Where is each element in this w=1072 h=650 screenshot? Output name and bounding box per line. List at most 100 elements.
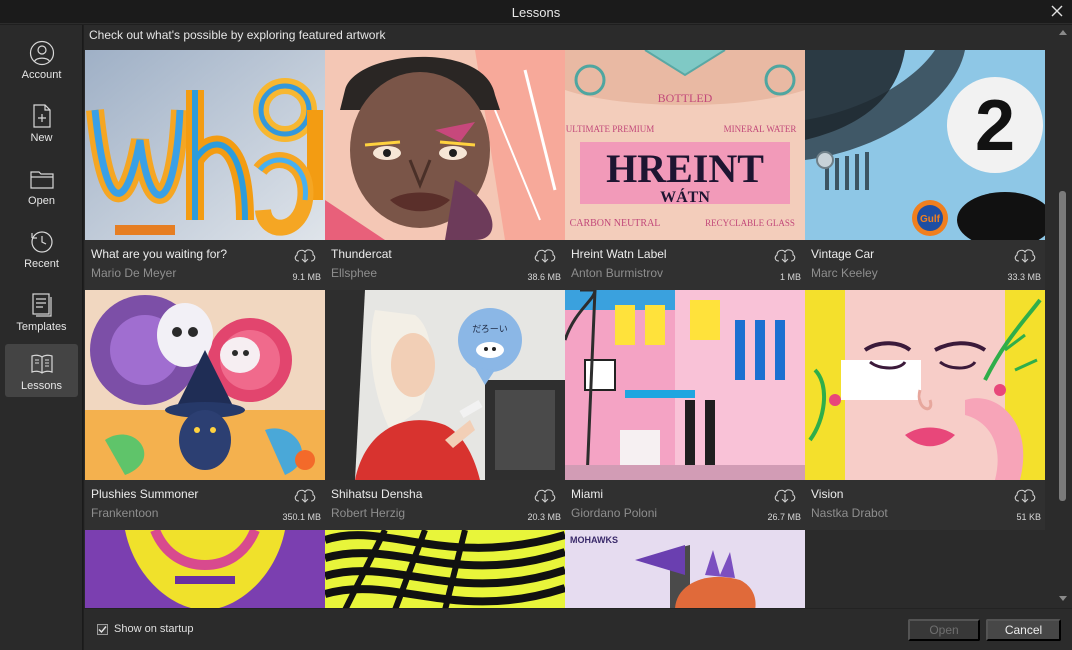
cloud-download-icon[interactable]	[533, 486, 557, 504]
scroll-up-arrow-icon[interactable]	[1058, 28, 1068, 38]
vertical-scrollbar[interactable]	[1054, 25, 1072, 608]
cloud-download-icon[interactable]	[1013, 246, 1037, 264]
close-button[interactable]	[1048, 2, 1066, 20]
lesson-card[interactable]: MOHAWKS	[565, 530, 805, 608]
sidebar-item-recent[interactable]: Recent	[5, 222, 78, 275]
artwork-thumbnail	[805, 290, 1045, 480]
cloud-download-icon[interactable]	[293, 486, 317, 504]
book-icon	[30, 354, 53, 374]
lesson-card[interactable]: Vision Nastka Drabot 51 KB	[805, 290, 1045, 530]
dialog-footer: Show on startup Open Cancel	[84, 608, 1072, 650]
card-title: What are you waiting for?	[91, 247, 228, 261]
sidebar-item-open[interactable]: Open	[5, 159, 78, 212]
open-button[interactable]: Open	[908, 619, 980, 641]
label-text: HREINT	[606, 146, 764, 191]
artwork-thumbnail	[565, 290, 805, 480]
show-on-startup-checkbox[interactable]	[97, 623, 108, 635]
checkmark-icon	[98, 625, 107, 633]
artwork-thumbnail: だろーい	[325, 290, 565, 480]
card-file-size: 20.3 MB	[527, 512, 561, 522]
cloud-download-icon[interactable]	[1013, 486, 1037, 504]
sidebar-item-label: Lessons	[21, 380, 62, 392]
card-author: Giordano Poloni	[571, 506, 658, 520]
speech-bubble-text: だろーい	[472, 324, 507, 335]
card-title: Plushies Summoner	[91, 487, 199, 501]
card-file-size: 1 MB	[779, 272, 801, 282]
poster-title: MOHAWKS	[570, 535, 618, 545]
sidebar-item-label: Templates	[16, 321, 67, 333]
card-title: Hreint Watn Label	[571, 247, 667, 261]
artwork-thumbnail	[85, 530, 325, 608]
car-number: 2	[975, 86, 1015, 166]
card-author: Mario De Meyer	[91, 266, 177, 280]
cancel-button[interactable]: Cancel	[986, 619, 1061, 641]
lesson-card[interactable]	[85, 530, 325, 608]
cloud-download-icon[interactable]	[533, 246, 557, 264]
scroll-thumb[interactable]	[1059, 191, 1066, 501]
card-file-size: 38.6 MB	[527, 272, 561, 282]
artwork-thumbnail	[325, 530, 565, 608]
clock-icon	[30, 231, 53, 253]
lesson-card[interactable]: What are you waiting for? Mario De Meyer…	[85, 50, 325, 290]
sidebar-item-lessons[interactable]: Lessons	[5, 344, 78, 397]
card-file-size: 33.3 MB	[1007, 272, 1041, 282]
lesson-card[interactable]	[325, 530, 565, 608]
lesson-card[interactable]: BOTTLED ULTIMATE PREMIUM MINERAL WATER H…	[565, 50, 805, 290]
label-text: WÁTN	[660, 187, 710, 206]
card-author: Robert Herzig	[331, 506, 406, 520]
sidebar-item-label: Recent	[24, 258, 59, 270]
card-title: Miami	[571, 487, 603, 501]
card-author: Ellsphee	[331, 266, 378, 280]
card-author: Nastka Drabot	[811, 506, 888, 520]
cloud-download-icon[interactable]	[773, 486, 797, 504]
close-icon	[1051, 5, 1063, 17]
show-on-startup-option[interactable]: Show on startup	[97, 623, 194, 635]
sidebar-item-label: New	[30, 132, 53, 144]
templates-icon	[31, 293, 52, 317]
label-text: MINERAL WATER	[724, 124, 797, 134]
scroll-down-arrow-icon[interactable]	[1058, 593, 1068, 603]
card-title: Vision	[811, 487, 844, 501]
lesson-card[interactable]: Miami Giordano Poloni 26.7 MB	[565, 290, 805, 530]
card-file-size: 26.7 MB	[767, 512, 801, 522]
artwork-thumbnail: BOTTLED ULTIMATE PREMIUM MINERAL WATER H…	[565, 50, 805, 240]
lessons-panel: Check out what's possible by exploring f…	[84, 25, 1072, 608]
sidebar-item-new[interactable]: New	[5, 96, 78, 149]
account-icon	[29, 40, 54, 66]
lesson-card[interactable]: 2 Gulf Vintage Car Marc Keeley 33.3 MB	[805, 50, 1045, 290]
cloud-download-icon[interactable]	[293, 246, 317, 264]
card-file-size: 51 KB	[1016, 512, 1041, 522]
label-text: CARBON NEUTRAL	[570, 218, 661, 229]
label-text: RECYCLABLE GLASS	[705, 218, 795, 228]
show-on-startup-label: Show on startup	[114, 623, 194, 635]
card-author: Anton Burmistrov	[571, 266, 664, 280]
sidebar-item-templates[interactable]: Templates	[5, 285, 78, 338]
artwork-thumbnail: MOHAWKS	[565, 530, 805, 608]
card-title: Vintage Car	[811, 247, 875, 261]
sidebar-item-label: Open	[28, 195, 55, 207]
section-header: Check out what's possible by exploring f…	[89, 28, 386, 42]
sidebar: Account New Open Recent Templates Lesson…	[0, 25, 83, 650]
lesson-card[interactable]: Thundercat Ellsphee 38.6 MB	[325, 50, 565, 290]
sidebar-item-label: Account	[21, 69, 62, 81]
card-file-size: 9.1 MB	[292, 272, 321, 282]
artwork-thumbnail	[85, 50, 325, 240]
card-file-size: 350.1 MB	[282, 512, 321, 522]
label-text: ULTIMATE PREMIUM	[566, 124, 654, 134]
label-text: BOTTLED	[658, 91, 713, 105]
gulf-logo-text: Gulf	[920, 214, 941, 225]
sidebar-item-account[interactable]: Account	[5, 33, 78, 86]
artwork-thumbnail	[325, 50, 565, 240]
card-title: Thundercat	[331, 247, 392, 261]
new-file-icon	[32, 104, 51, 128]
card-author: Marc Keeley	[811, 266, 878, 280]
lesson-card[interactable]: だろーい Shihatsu Densha Robert Herzig 20.3 …	[325, 290, 565, 530]
folder-icon	[29, 171, 54, 189]
lesson-card[interactable]: Plushies Summoner Frankentoon 350.1 MB	[85, 290, 325, 530]
card-title: Shihatsu Densha	[331, 487, 423, 501]
cloud-download-icon[interactable]	[773, 246, 797, 264]
title-bar: Lessons	[0, 0, 1072, 24]
card-author: Frankentoon	[91, 506, 159, 520]
window-title: Lessons	[511, 5, 561, 20]
artwork-thumbnail: 2 Gulf	[805, 50, 1045, 240]
